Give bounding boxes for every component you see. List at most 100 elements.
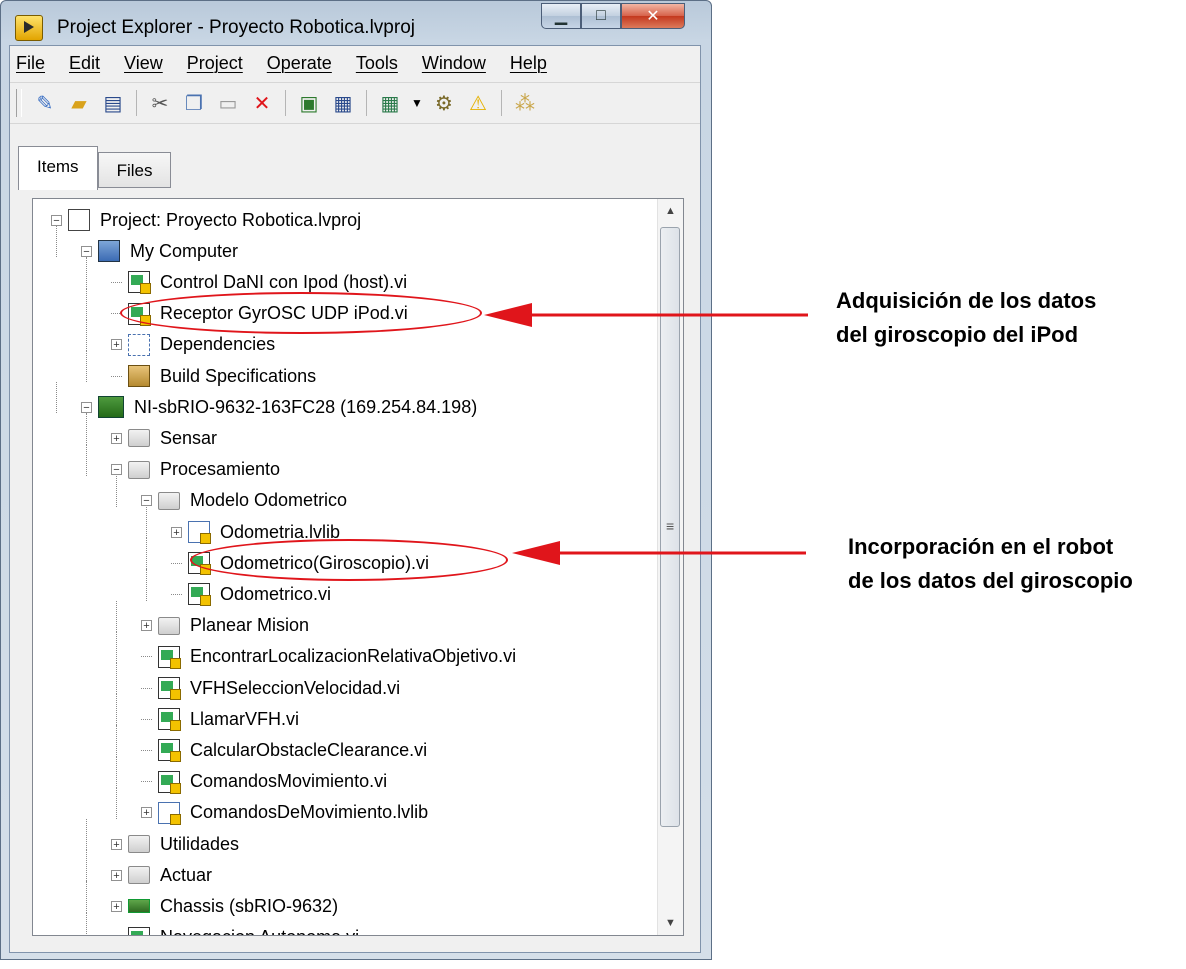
tree-item[interactable]: − My Computer	[81, 236, 238, 266]
menu-edit[interactable]: Edit	[69, 53, 100, 74]
maximize-icon: □	[596, 7, 606, 24]
tree-item[interactable]: Odometrico.vi	[171, 579, 331, 609]
tree-item[interactable]: − Project: Proyecto Robotica.lvproj	[51, 205, 361, 235]
dropdown-icon[interactable]: ▼	[410, 89, 424, 117]
minimize-button[interactable]: ▁	[541, 3, 581, 29]
tree-item[interactable]: Navegacion Autonoma.vi	[111, 923, 359, 935]
dependencies-icon	[128, 333, 150, 356]
close-button[interactable]: ✕	[621, 3, 685, 29]
toolbar-separator	[285, 90, 286, 116]
tree-connector	[141, 656, 152, 658]
tree-item-label: NI-sbRIO-9632-163FC28 (169.254.84.198)	[134, 396, 478, 417]
tree-item[interactable]: + ComandosDeMovimiento.lvlib	[141, 798, 428, 828]
tree-item[interactable]: − NI-sbRIO-9632-163FC28 (169.254.84.198)	[81, 392, 477, 422]
deploy-icon[interactable]: ▦	[329, 89, 357, 117]
maximize-button[interactable]: □	[581, 3, 621, 29]
tree-item[interactable]: + Actuar	[111, 860, 212, 890]
tree-guide-line	[86, 850, 87, 882]
tree-item-label: Dependencies	[160, 334, 276, 355]
tab-files[interactable]: Files	[97, 152, 172, 188]
tree-item-label: Procesamiento	[160, 459, 281, 480]
collapse-icon[interactable]: −	[111, 464, 122, 476]
warning-icon[interactable]: ⚠	[464, 89, 492, 117]
menu-tools[interactable]: Tools	[356, 53, 398, 74]
vi-icon	[158, 677, 181, 700]
tree-connector	[111, 375, 122, 377]
properties-icon[interactable]: ⚙	[430, 89, 458, 117]
tree-item[interactable]: + Dependencies	[111, 330, 275, 360]
collapse-icon[interactable]: −	[81, 401, 92, 413]
view-icon[interactable]: ▦	[376, 89, 404, 117]
collapse-icon[interactable]: −	[141, 495, 152, 507]
expand-icon[interactable]: +	[111, 869, 122, 881]
toolbar-separator	[501, 90, 502, 116]
tree-item[interactable]: + Sensar	[111, 423, 217, 453]
tree-item-label: Modelo Odometrico	[190, 490, 348, 511]
tree-guide-line	[86, 288, 87, 320]
vi-icon	[188, 583, 211, 607]
tree-item[interactable]: VFHSeleccionVelocidad.vi	[141, 673, 400, 703]
open-icon[interactable]: ▰	[65, 89, 93, 117]
menu-window[interactable]: Window	[422, 53, 486, 74]
tree-item[interactable]: + Planear Mision	[141, 611, 309, 641]
delete-icon[interactable]: ✕	[248, 89, 276, 117]
tree-guide-line	[116, 600, 117, 632]
collapse-icon[interactable]: −	[51, 214, 62, 226]
tree-item[interactable]: EncontrarLocalizacionRelativaObjetivo.vi	[141, 642, 516, 672]
menu-file[interactable]: File	[16, 53, 45, 74]
tree-connector	[171, 562, 182, 564]
tree-item-label: Navegacion Autonoma.vi	[160, 927, 359, 935]
expand-icon[interactable]: +	[111, 900, 122, 912]
menu-project[interactable]: Project	[187, 53, 243, 74]
tree-guide-line	[56, 382, 57, 414]
tree-item[interactable]: + Chassis (sbRIO-9632)	[111, 891, 338, 921]
tab-items[interactable]: Items	[18, 146, 98, 190]
tree-item[interactable]: LlamarVFH.vi	[141, 704, 299, 734]
tree-item[interactable]: − Procesamiento	[111, 455, 280, 485]
tree-item[interactable]: Build Specifications	[111, 361, 316, 391]
paste-icon[interactable]: ▭	[214, 89, 242, 117]
expand-icon[interactable]: +	[171, 526, 182, 538]
scroll-down-icon[interactable]: ▼	[658, 911, 683, 935]
tree-item[interactable]: CalcularObstacleClearance.vi	[141, 735, 427, 765]
tree-guide-line	[116, 787, 117, 819]
menu-operate[interactable]: Operate	[267, 53, 332, 74]
tree-guide-line	[86, 819, 87, 851]
tree-item[interactable]: ComandosMovimiento.vi	[141, 767, 387, 797]
toolbar-grip[interactable]	[16, 89, 22, 117]
save-all-icon[interactable]: ▤	[99, 89, 127, 117]
tree-guide-line	[86, 257, 87, 289]
annotation-1-line2: del giroscopio del iPod	[836, 322, 1079, 347]
collapse-icon[interactable]: −	[81, 245, 92, 257]
build-specifications-icon	[128, 365, 150, 387]
title-bar[interactable]: Project Explorer - Proyecto Robotica.lvp…	[1, 1, 711, 45]
scroll-up-icon[interactable]: ▲	[658, 199, 683, 223]
menu-help[interactable]: Help	[510, 53, 547, 74]
menu-view[interactable]: View	[124, 53, 163, 74]
dependency-icon[interactable]: ⁂	[511, 89, 539, 117]
copy-icon[interactable]: ❐	[180, 89, 208, 117]
tree-guide-line	[86, 413, 87, 445]
vi-icon	[128, 271, 151, 295]
chassis-icon	[128, 899, 150, 914]
expand-icon[interactable]: +	[111, 838, 122, 850]
new-icon[interactable]: ✎	[31, 89, 59, 117]
tree-item[interactable]: − Modelo Odometrico	[141, 486, 347, 516]
scroll-grip-icon: ≡	[666, 518, 675, 534]
build-icon[interactable]: ▣	[295, 89, 323, 117]
expand-icon[interactable]: +	[141, 620, 152, 632]
tree-item[interactable]: + Utilidades	[111, 829, 239, 859]
cut-icon[interactable]: ✂	[146, 89, 174, 117]
project-icon	[68, 209, 90, 231]
menu-bar: File Edit View Project Operate Tools Win…	[10, 46, 700, 80]
folder-icon	[158, 491, 180, 510]
expand-icon[interactable]: +	[111, 339, 122, 351]
vi-icon	[158, 645, 181, 669]
expand-icon[interactable]: +	[111, 432, 122, 444]
tree-item-label: Control DaNI con Ipod (host).vi	[160, 271, 408, 292]
annotation-text-2: Incorporación en el robot de los datos d…	[848, 530, 1133, 598]
window-controls: ▁ □ ✕	[541, 3, 685, 29]
folder-icon	[128, 835, 150, 853]
expand-icon[interactable]: +	[141, 807, 152, 819]
tree-item-label: ComandosDeMovimiento.lvlib	[190, 802, 429, 823]
